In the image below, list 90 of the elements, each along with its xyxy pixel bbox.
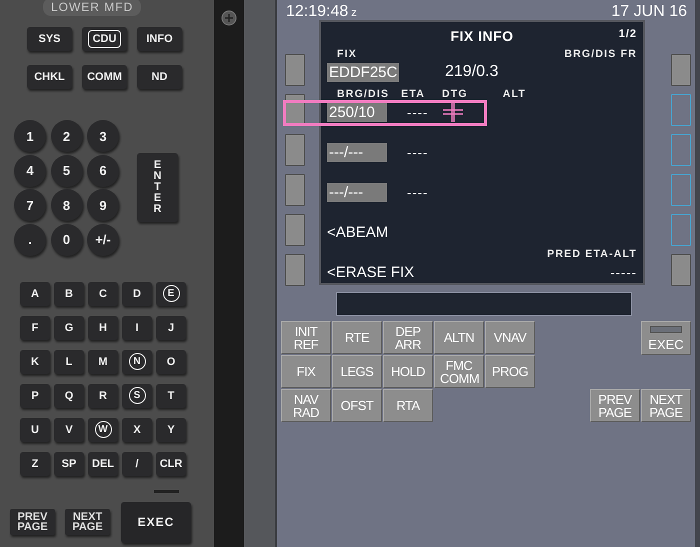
page-title: FIX INFO <box>450 28 514 44</box>
field-label: ETA <box>401 88 425 100</box>
letter-key[interactable]: E <box>156 282 186 306</box>
prompt-text[interactable]: <ERASE FIX <box>327 262 414 282</box>
prompt-text[interactable]: <ABEAM <box>327 222 388 242</box>
letter-key[interactable]: U <box>20 418 50 442</box>
letter-key[interactable]: SP <box>54 452 84 476</box>
line-select-key[interactable] <box>285 134 305 166</box>
letter-key[interactable]: R <box>88 384 118 408</box>
line-select-key[interactable] <box>285 54 305 86</box>
letter-key[interactable]: C <box>88 282 118 306</box>
number-key[interactable]: +/- <box>87 224 119 256</box>
letter-key[interactable]: CLR <box>156 452 186 476</box>
field-value: 219/0.3 <box>445 63 498 81</box>
entry-field[interactable]: ---/--- <box>327 142 387 162</box>
letter-key[interactable]: Q <box>54 384 84 408</box>
letter-key[interactable]: J <box>156 316 186 340</box>
letter-key[interactable]: / <box>122 452 152 476</box>
field-value: ---- <box>407 184 428 200</box>
line-select-key[interactable] <box>285 254 305 286</box>
empty-key-outline[interactable] <box>671 134 691 166</box>
letter-key[interactable]: W <box>88 418 118 442</box>
date-text: 17 JUN 16 <box>611 3 687 21</box>
mode-button[interactable]: ND <box>137 65 182 89</box>
field-label: ALT <box>502 88 526 100</box>
letter-key[interactable]: A <box>20 282 50 306</box>
letter-key[interactable]: D <box>122 282 152 306</box>
letter-key[interactable]: G <box>54 316 84 340</box>
letter-key[interactable]: X <box>122 418 152 442</box>
number-key[interactable]: 1 <box>14 120 46 152</box>
field-label: PRED ETA-ALT <box>547 248 637 260</box>
number-key[interactable]: 5 <box>50 154 82 186</box>
field-value: ---- <box>407 104 428 120</box>
letter-key[interactable]: H <box>88 316 118 340</box>
empty-key-outline[interactable] <box>671 214 691 246</box>
letter-key[interactable]: Z <box>20 452 50 476</box>
letter-key[interactable]: L <box>54 350 84 374</box>
entry-field[interactable]: ---/--- <box>327 182 387 202</box>
screw-icon <box>221 10 238 26</box>
letter-key[interactable]: DEL <box>88 452 118 476</box>
mode-button[interactable]: CDU <box>82 27 127 51</box>
crosshair-cursor-icon <box>443 102 463 122</box>
number-key[interactable]: . <box>14 224 46 256</box>
letter-key[interactable]: I <box>122 316 152 340</box>
letter-key[interactable]: P <box>20 384 50 408</box>
field-label: FIX <box>337 48 357 60</box>
field-label: DTG <box>442 88 468 100</box>
letter-key[interactable]: K <box>20 350 50 374</box>
number-key[interactable]: 4 <box>14 154 46 186</box>
exec-light <box>650 326 682 333</box>
field-label: BRG/DIS <box>337 88 390 100</box>
enter-key[interactable]: ENTER <box>137 153 178 222</box>
number-key[interactable]: 8 <box>50 189 82 221</box>
line-select-key[interactable] <box>671 54 691 86</box>
letter-key[interactable]: Y <box>156 418 186 442</box>
letter-key[interactable]: V <box>54 418 84 442</box>
letter-key[interactable]: T <box>156 384 186 408</box>
letter-key[interactable]: F <box>20 316 50 340</box>
letter-key[interactable]: N <box>122 350 152 374</box>
letter-key[interactable]: M <box>88 350 118 374</box>
page-key[interactable]: NEXT PAGE <box>65 508 110 534</box>
panel-title: LOWER MFD <box>42 0 142 16</box>
entry-field[interactable]: 250/10 <box>327 102 387 122</box>
page-key[interactable]: PREV PAGE <box>10 508 55 534</box>
empty-key-outline[interactable] <box>671 174 691 206</box>
letter-key[interactable]: S <box>122 384 152 408</box>
exec-key[interactable]: EXEC <box>121 502 191 542</box>
number-key[interactable]: 3 <box>87 120 119 152</box>
number-key[interactable]: 0 <box>50 224 82 256</box>
exec-light <box>154 490 179 492</box>
field-label: BRG/DIS FR <box>564 48 637 60</box>
mode-button[interactable]: COMM <box>82 65 127 89</box>
mode-button[interactable]: INFO <box>137 27 182 51</box>
line-select-key[interactable] <box>285 174 305 206</box>
line-select-key[interactable] <box>285 214 305 246</box>
page-number: 1/2 <box>618 28 637 40</box>
field-value: ----- <box>610 264 637 280</box>
number-key[interactable]: 2 <box>50 120 82 152</box>
letter-key[interactable]: O <box>156 350 186 374</box>
mode-button[interactable]: CHKL <box>27 65 72 89</box>
clock-time: 12:19:48 z <box>286 3 357 21</box>
line-select-key[interactable] <box>671 254 691 286</box>
entry-field[interactable]: EDDF25C <box>327 62 400 82</box>
field-value: ---- <box>407 144 428 160</box>
mode-button[interactable]: SYS <box>27 27 72 51</box>
number-key[interactable]: 7 <box>14 189 46 221</box>
letter-key[interactable]: B <box>54 282 84 306</box>
number-key[interactable]: 9 <box>87 189 119 221</box>
number-key[interactable]: 6 <box>87 154 119 186</box>
empty-key-outline[interactable] <box>671 94 691 126</box>
